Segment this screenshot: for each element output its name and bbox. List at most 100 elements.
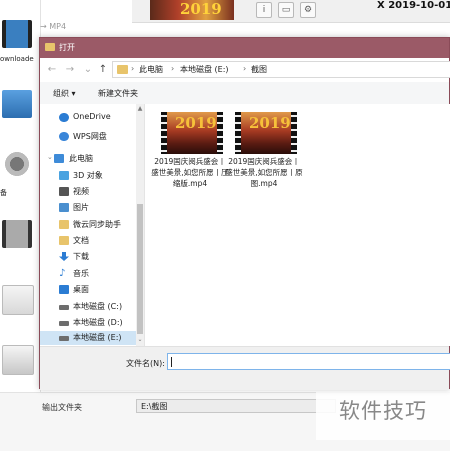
nav-item-documents[interactable]: 文档 — [40, 234, 136, 248]
address-separator: › — [131, 64, 135, 73]
watermark-text: 软件技巧 — [339, 399, 427, 423]
back-arrow-icon[interactable]: ← — [46, 64, 58, 76]
drive-icon — [59, 321, 69, 326]
info-icon[interactable]: i — [256, 2, 272, 18]
disc-icon[interactable] — [2, 345, 34, 375]
text-caret — [171, 357, 172, 367]
address-separator: › — [171, 64, 175, 73]
background-video-thumbnail: 2019 — [150, 0, 234, 20]
nav-item-label: 本地磁盘 (D:) — [73, 318, 123, 327]
nav-item-weiyun[interactable]: 微云同步助手 — [40, 218, 136, 232]
nav-item-label: 桌面 — [73, 285, 89, 294]
thumbnail-image: 2019 — [241, 112, 291, 154]
folder-icon — [117, 65, 128, 74]
scroll-down-icon[interactable]: ⌄ — [136, 336, 144, 343]
nav-item-onedrive[interactable]: OneDrive — [40, 111, 136, 125]
document-icon[interactable] — [2, 285, 34, 315]
folder-icon[interactable]: ▭ — [278, 2, 294, 18]
address-bar[interactable]: › 此电脑 › 本地磁盘 (E:) › 截图 — [112, 61, 450, 78]
drive-icon — [59, 336, 69, 341]
output-folder-label: 输出文件夹 — [42, 403, 82, 412]
nav-item-desktop[interactable]: 桌面 — [40, 283, 136, 297]
nav-item-3d-objects[interactable]: 3D 对象 — [40, 169, 136, 183]
film-reel-icon[interactable] — [2, 150, 32, 178]
nav-item-drive-e[interactable]: 本地磁盘 (E:) — [40, 331, 136, 345]
nav-item-downloads[interactable]: 下载 — [40, 250, 136, 264]
thumbnail-text: 2019 — [175, 114, 217, 132]
file-name: 2019国庆阅兵盛会丨盛世美景,如您所愿丨压缩版.mp4 — [151, 157, 229, 188]
chevron-down-icon[interactable]: ⌄ — [47, 153, 53, 161]
document-icon — [59, 236, 69, 245]
video-thumbnail: 2019 — [235, 112, 297, 154]
thumbnail-text: 2019 — [249, 114, 291, 132]
filename-label: 文件名(N): — [126, 359, 165, 368]
nav-item-label: 3D 对象 — [73, 171, 103, 180]
thumbnail-image: 2019 — [167, 112, 217, 154]
download-arrow-icon — [59, 252, 69, 261]
drive-icon — [59, 305, 69, 310]
folder-icon — [59, 220, 69, 229]
nav-item-label: 本地磁盘 (E:) — [73, 333, 122, 342]
cloud-icon — [59, 113, 69, 122]
nav-item-pictures[interactable]: 图片 — [40, 201, 136, 215]
background-left-panel: ownloade 备 — [0, 0, 41, 450]
address-separator: › — [243, 64, 247, 73]
desktop-icon — [59, 285, 69, 294]
background-left-label-device: 备 — [0, 189, 7, 197]
up-arrow-icon[interactable]: ↑ — [97, 64, 109, 76]
computer-icon — [54, 154, 64, 163]
breadcrumb-screenshots[interactable]: 截图 — [251, 64, 267, 75]
file-item[interactable]: 2019 2019国庆阅兵盛会丨盛世美景,如您所愿丨压缩版.mp4 — [151, 108, 229, 208]
breadcrumb-this-pc[interactable]: 此电脑 — [139, 64, 163, 75]
background-left-label-download: ownloade — [0, 55, 34, 63]
film-strip-icon[interactable] — [2, 220, 32, 248]
nav-item-label: 文档 — [73, 236, 89, 245]
music-note-icon: ♪ — [59, 268, 66, 279]
nav-item-videos[interactable]: 视频 — [40, 185, 136, 199]
settings-icon[interactable]: ⚙ — [300, 2, 316, 18]
cloud-icon — [59, 132, 69, 141]
forward-arrow-icon[interactable]: → — [64, 64, 76, 76]
cube-icon — [59, 171, 69, 180]
nav-item-label: 此电脑 — [69, 154, 93, 163]
breadcrumb-drive-e[interactable]: 本地磁盘 (E:) — [180, 64, 229, 75]
nav-item-drive-c[interactable]: 本地磁盘 (C:) — [40, 300, 136, 314]
nav-item-music[interactable]: ♪ 音乐 — [40, 267, 136, 281]
nav-item-label: 本地磁盘 (C:) — [73, 302, 123, 311]
filename-panel: 文件名(N): — [40, 346, 450, 390]
nav-item-label: 微云同步助手 — [73, 220, 121, 229]
dialog-toolbar: 组织 ▾ 新建文件夹 — [40, 82, 449, 105]
navigation-pane: OneDrive WPS网盘 ⌄ 此电脑 3D 对象 视频 图片 微云同步助手 — [40, 104, 145, 346]
scroll-up-icon[interactable]: ▲ — [136, 105, 144, 112]
nav-item-this-pc[interactable]: ⌄ 此电脑 — [40, 152, 136, 166]
file-item[interactable]: 2019 2019国庆阅兵盛会丨盛世美景,如您所愿丨原图.mp4 — [225, 108, 303, 208]
address-row: ← → ⌄ ↑ › 此电脑 › 本地磁盘 (E:) › 截图 — [40, 58, 450, 82]
film-strip-icon — [217, 112, 223, 154]
file-list-pane: 2019 2019国庆阅兵盛会丨盛世美景,如您所愿丨压缩版.mp4 2019 2… — [145, 104, 450, 346]
background-thumbnail-text: 2019 — [180, 0, 222, 18]
nav-item-wps[interactable]: WPS网盘 — [40, 130, 136, 144]
chevron-down-icon[interactable]: ⌄ — [82, 64, 94, 76]
navigation-scrollbar[interactable]: ▲ ⌄ — [136, 104, 144, 346]
nav-item-label: 图片 — [73, 203, 89, 212]
nav-item-label: WPS网盘 — [73, 132, 107, 141]
film-strip-icon — [291, 112, 297, 154]
folder-icon — [45, 43, 55, 51]
video-editor-icon[interactable] — [2, 90, 32, 118]
nav-item-label: 视频 — [73, 187, 89, 196]
nav-item-label: OneDrive — [73, 112, 111, 121]
nav-item-drive-d[interactable]: 本地磁盘 (D:) — [40, 316, 136, 330]
scrollbar-thumb[interactable] — [137, 204, 143, 334]
organize-button[interactable]: 组织 ▾ — [53, 88, 76, 99]
background-date-text: X 2019-10-01 0 — [377, 0, 450, 11]
dialog-titlebar[interactable]: 打开 — [40, 38, 449, 58]
new-folder-button[interactable]: 新建文件夹 — [98, 88, 138, 99]
file-name: 2019国庆阅兵盛会丨盛世美景,如您所愿丨原图.mp4 — [225, 157, 303, 188]
output-folder-field[interactable]: E:\截图 — [136, 399, 336, 413]
filename-input[interactable] — [167, 353, 450, 370]
video-converter-icon[interactable] — [2, 20, 32, 48]
dialog-title: 打开 — [59, 43, 75, 52]
nav-item-label: 下载 — [73, 252, 89, 261]
video-thumbnail: 2019 — [161, 112, 223, 154]
video-icon — [59, 187, 69, 196]
